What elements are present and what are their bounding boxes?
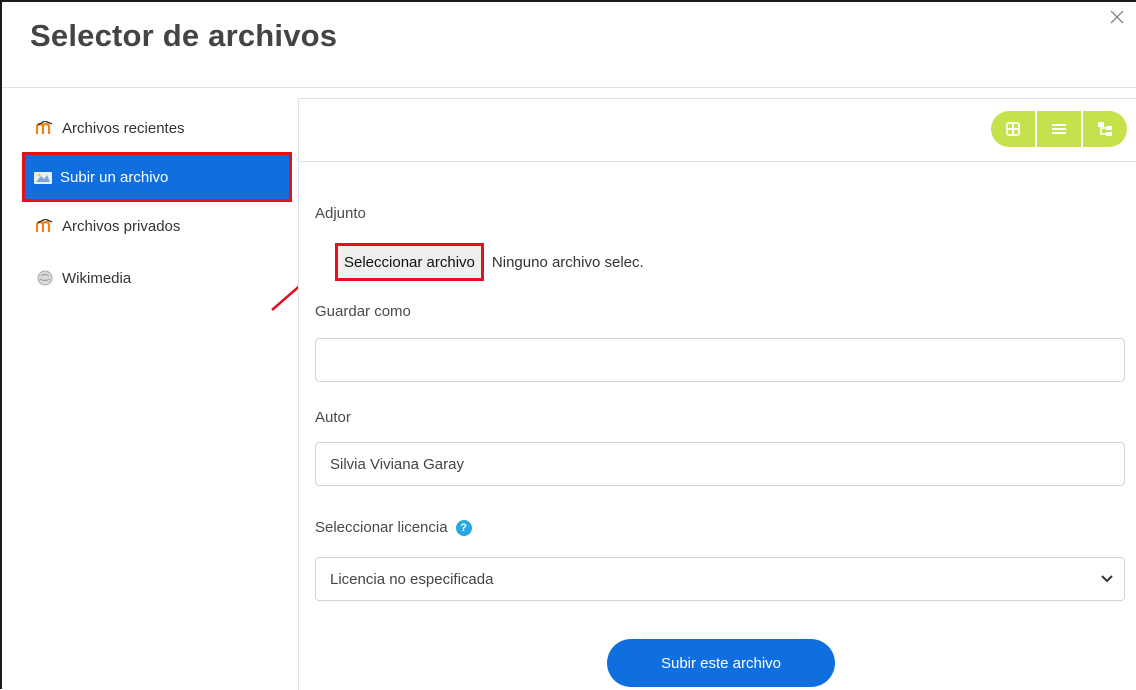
upload-file-button[interactable]: Subir este archivo <box>607 639 835 687</box>
dialog-title: Selector de archivos <box>30 18 338 53</box>
sidebar-item-label: Subir un archivo <box>60 168 169 186</box>
attachment-label: Adjunto <box>315 205 366 222</box>
view-switcher <box>991 111 1127 147</box>
no-file-status: Ninguno archivo selec. <box>491 253 644 271</box>
save-as-input[interactable] <box>315 338 1125 382</box>
upload-icon <box>34 169 52 185</box>
moodle-icon <box>36 218 54 234</box>
sidebar-item-label: Wikimedia <box>62 269 132 287</box>
sidebar-item-upload-file[interactable]: Subir un archivo <box>22 152 292 202</box>
sidebar-item-label: Archivos recientes <box>62 119 185 137</box>
view-toolbar <box>299 99 1136 162</box>
save-as-label: Guardar como <box>315 303 411 320</box>
help-icon[interactable]: ? <box>455 520 472 537</box>
tree-view-icon[interactable] <box>1081 111 1127 147</box>
list-view-icon[interactable] <box>1035 111 1081 147</box>
close-icon[interactable] <box>1108 8 1126 26</box>
license-label: Seleccionar licencia <box>315 519 448 536</box>
author-input[interactable]: Silvia Viviana Garay <box>315 442 1125 486</box>
sidebar-item-private-files[interactable]: Archivos privados <box>24 204 288 248</box>
choose-file-button[interactable]: Seleccionar archivo <box>335 243 484 281</box>
license-label-row: Seleccionar licencia? <box>315 519 472 537</box>
choose-file-label: Seleccionar archivo <box>344 253 475 271</box>
dialog-header: Selector de archivos <box>2 2 1136 88</box>
chevron-down-icon <box>1101 575 1113 583</box>
sidebar-item-recent-files[interactable]: Archivos recientes <box>24 106 288 150</box>
author-label: Autor <box>315 409 351 426</box>
sidebar-item-wikimedia[interactable]: Wikimedia <box>24 256 288 300</box>
repository-sidebar: Archivos recientes Subir un archivo Arch… <box>2 88 292 689</box>
file-picker-content: Adjunto Seleccionar archivo Ninguno arch… <box>298 98 1136 690</box>
sidebar-item-label: Archivos privados <box>62 217 181 235</box>
license-selected-value: Licencia no especificada <box>330 570 494 588</box>
moodle-icon <box>36 120 54 136</box>
file-chooser: Seleccionar archivo Ninguno archivo sele… <box>335 243 644 281</box>
license-select[interactable]: Licencia no especificada <box>315 557 1125 601</box>
wikimedia-icon <box>36 270 54 286</box>
grid-view-icon[interactable] <box>991 111 1035 147</box>
